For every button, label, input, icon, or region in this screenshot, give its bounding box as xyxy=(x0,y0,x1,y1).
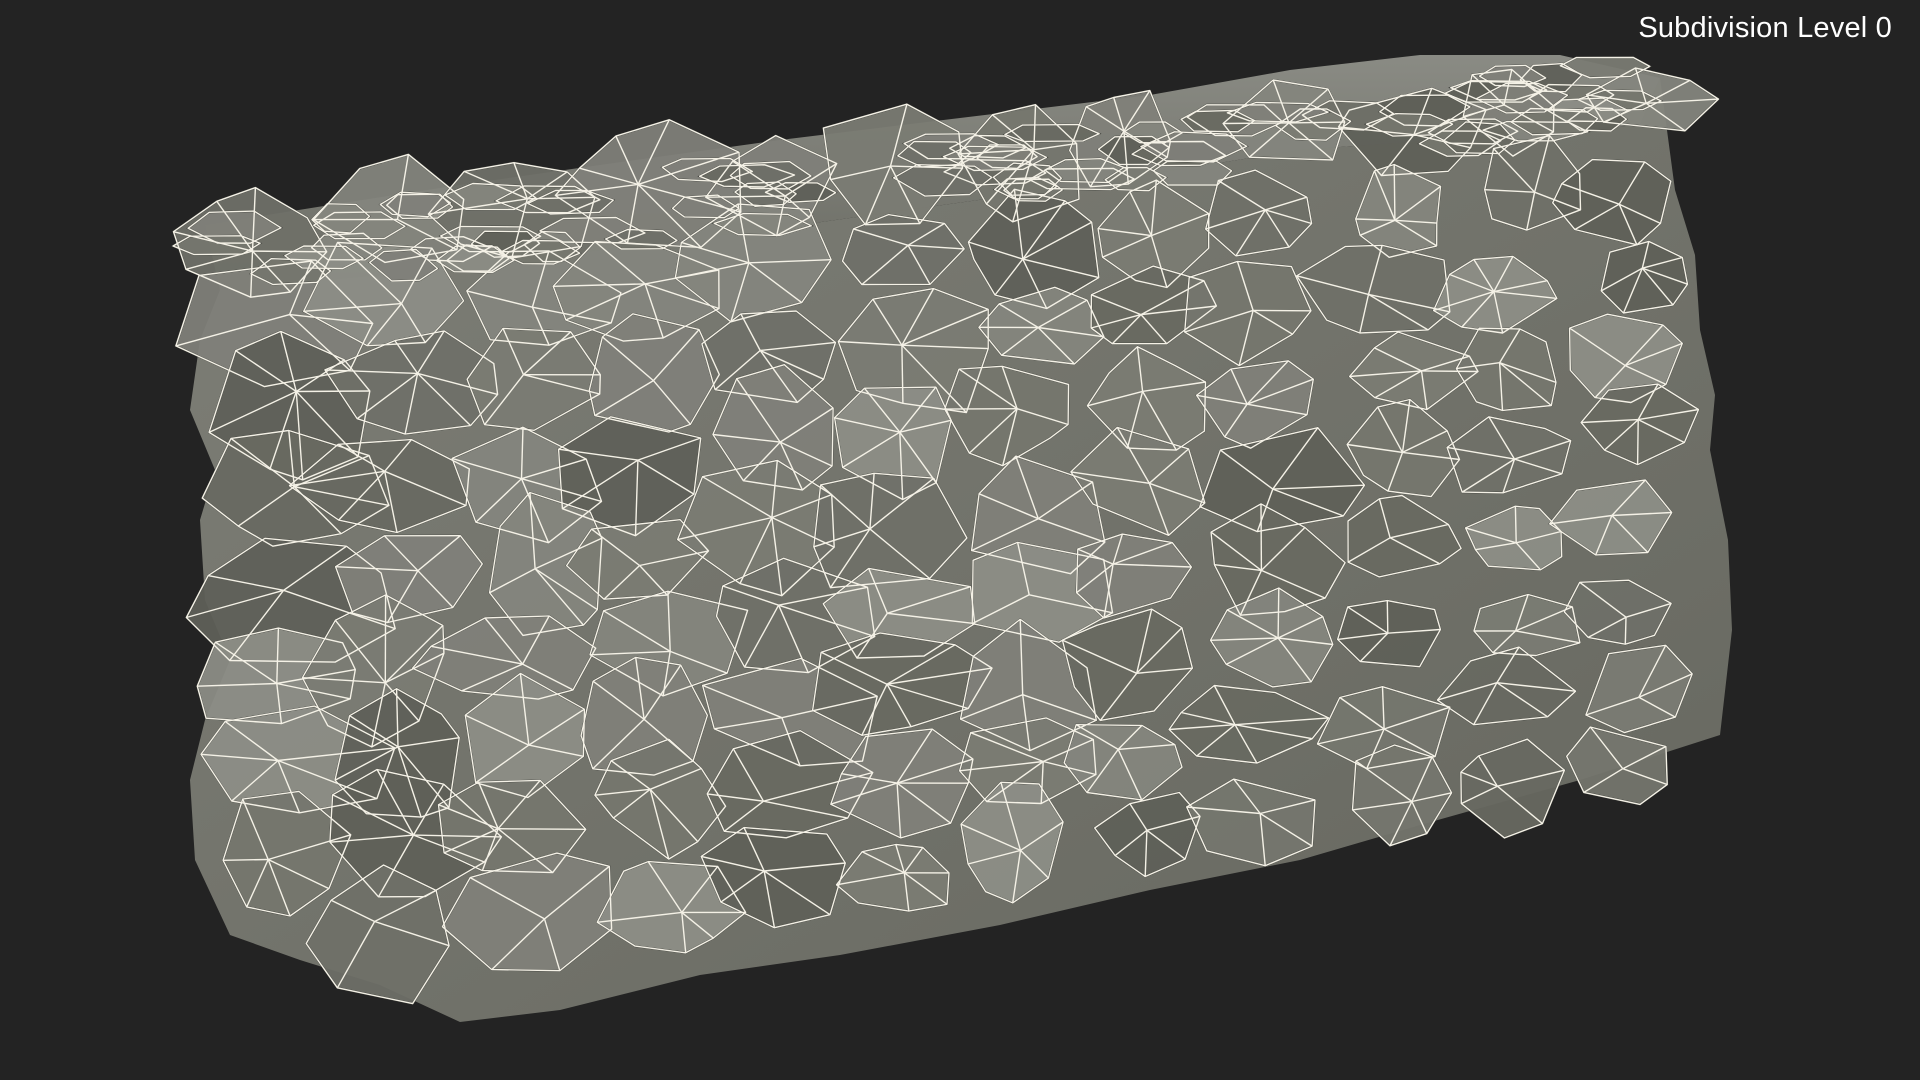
stone-wire-spoke xyxy=(901,345,904,404)
stone-wire-spoke xyxy=(498,828,586,830)
stone-wire-spoke xyxy=(296,390,370,393)
stone-wire-spoke xyxy=(1636,419,1639,465)
stone-wire-spoke xyxy=(1624,617,1627,645)
stone-wire-spoke xyxy=(1514,506,1517,543)
stone-wire-spoke xyxy=(223,858,269,861)
subdivision-level-label: Subdivision Level 0 xyxy=(1638,12,1892,44)
stone-wire-spoke xyxy=(1421,370,1479,373)
stone-wire-spoke xyxy=(1386,600,1389,634)
3d-viewport[interactable]: Subdivision Level 0 xyxy=(0,0,1920,1080)
stone-wall-mesh[interactable] xyxy=(0,0,1920,1080)
stone-wire-spoke xyxy=(1393,164,1396,221)
stone-wire-spoke xyxy=(1277,587,1280,639)
